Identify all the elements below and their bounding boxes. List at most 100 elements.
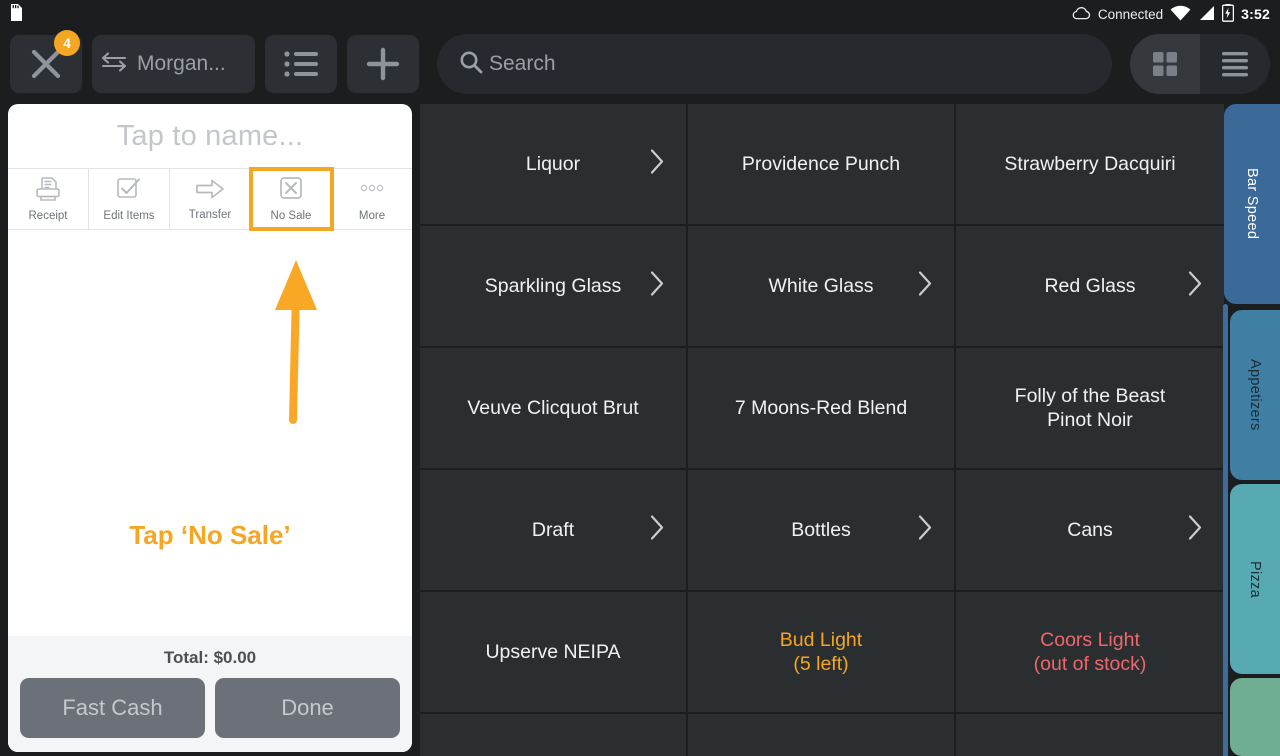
add-check-button[interactable] [347,35,419,93]
menu-item-cell[interactable]: Draft [420,470,688,592]
no-sale-action-label: No Sale [270,210,312,222]
menu-item-cell[interactable]: 7 Moons-Red Blend [688,348,956,470]
menu-item-cell[interactable]: Folly of the Beast Pinot Noir [956,348,1224,470]
check-name-input[interactable]: Tap to name... [8,104,412,168]
category-tab-unlabeled[interactable] [1230,678,1280,756]
wifi-icon [1170,5,1191,24]
chevron-right-icon [650,515,664,546]
category-tab-bar-speed[interactable]: Bar Speed [1224,104,1280,304]
list-icon [284,51,318,77]
chevron-right-icon [918,515,932,546]
grid-view-icon [1153,52,1177,76]
menu-item-label: Folly of the Beast Pinot Noir [1014,384,1166,431]
menu-item-cell[interactable]: Upserve NEIPA [420,592,688,714]
category-scroll-indicator[interactable] [1223,304,1228,756]
menu-item-cell[interactable]: Liquor [420,104,688,226]
search-bar[interactable]: Search [437,34,1112,94]
menu-item-cell[interactable]: Sparkling Glass [420,226,688,348]
search-input[interactable]: Search [489,52,556,76]
category-tab-appetizers[interactable]: Appetizers [1230,310,1280,480]
fast-cash-button[interactable]: Fast Cash [20,678,205,738]
cloud-icon [1071,6,1091,23]
sd-card-icon [8,4,22,24]
done-button[interactable]: Done [215,678,400,738]
menu-item-label: Sparkling Glass [484,274,622,297]
menu-item-cell[interactable]: Veuve Clicquot Brut [420,348,688,470]
current-check-tab-button[interactable]: Morgan... [92,35,255,93]
menu-item-cell[interactable]: White Glass [688,226,956,348]
menu-item-cell[interactable]: Coors Light (out of stock) [956,592,1224,714]
chevron-right-icon [918,271,932,302]
arrow-right-icon [195,177,225,206]
up-arrow-annotation [275,260,317,424]
menu-item-label: Upserve NEIPA [485,640,621,663]
chevron-right-icon [650,271,664,302]
list-view-icon [1222,52,1248,77]
pos-app-screen: Connected 3:52 4 Morgan... Search Tap to… [0,0,1280,756]
menu-item-cell[interactable]: Bud Light (5 left) [688,592,956,714]
menu-item-grid: Liquor Providence Punch Strawberry Dacquir… [420,104,1224,756]
printer-icon [34,176,62,207]
menu-item-cell[interactable]: Providence Punch [688,104,956,226]
status-bar-right: Connected 3:52 [1071,3,1280,25]
more-action-label: More [358,210,386,222]
receipt-action-button[interactable]: Receipt [8,169,89,229]
list-view-button[interactable] [1200,34,1270,94]
edit-items-action-button[interactable]: Edit Items [89,169,170,229]
transfer-action-label: Transfer [188,209,232,221]
menu-item-grid-container[interactable]: Liquor Providence Punch Strawberry Dacquir… [420,104,1224,756]
connection-label: Connected [1097,6,1164,22]
check-total: Total: $0.00 [163,648,257,667]
category-tab-pizza[interactable]: Pizza [1230,484,1280,674]
cell-signal-icon [1198,5,1215,24]
menu-item-label: Providence Punch [741,152,901,175]
menu-item-label: Cans [1067,518,1113,541]
system-clock: 3:52 [1241,6,1270,22]
more-action-button[interactable]: More [332,169,412,229]
menu-item-cell[interactable]: Red Glass [956,226,1224,348]
menu-item-cell[interactable]: Strawberry Dacquiri [956,104,1224,226]
category-tab-rail[interactable]: Bar Speed Appetizers Pizza [1220,104,1280,756]
category-tab-label: Appetizers [1247,359,1263,431]
menu-item-cell[interactable]: Bottles [688,470,956,592]
current-check-label: Morgan... [137,52,226,75]
edit-items-action-label: Edit Items [103,210,155,222]
main-toolbar: 4 Morgan... Search [0,28,1280,100]
no-sale-action-button[interactable]: No Sale [249,167,334,231]
category-tab-label: Bar Speed [1244,168,1260,240]
receipt-action-label: Receipt [28,210,68,222]
tutorial-annotation: Tap ‘No Sale’ [8,230,412,636]
ellipsis-icon [357,176,387,207]
menu-item-label: Coors Light (out of stock) [1033,628,1147,675]
grid-view-button[interactable] [1130,34,1200,94]
menu-item-label: Strawberry Dacquiri [1004,152,1176,175]
check-footer: Total: $0.00 Fast Cash Done [8,636,412,752]
menu-item-cell[interactable]: Cans [956,470,1224,592]
battery-charging-icon [1222,3,1235,25]
plus-icon [366,47,400,81]
menu-item-label: Red Glass [1044,274,1136,297]
close-check-button[interactable]: 4 [10,30,82,93]
open-checks-badge: 4 [54,30,80,56]
transfer-action-button[interactable]: Transfer [170,169,251,229]
menu-item-label: Veuve Clicquot Brut [467,396,639,419]
check-items-area: Tap ‘No Sale’ [8,230,412,636]
menu-item-label: Bottles [791,518,851,541]
check-action-bar: Receipt Edit Items Transfer No Sale More [8,167,412,231]
chevron-right-icon [1188,515,1202,546]
edit-check-icon [115,176,143,207]
tutorial-annotation-text: Tap ‘No Sale’ [129,520,291,550]
menu-item-label: 7 Moons-Red Blend [734,396,908,419]
status-bar-left [0,4,22,24]
menu-item-cell[interactable] [688,714,956,756]
connection-status: Connected [1071,6,1163,23]
menu-item-cell[interactable] [420,714,688,756]
chevron-right-icon [1188,271,1202,302]
open-checks-list-button[interactable] [265,35,337,93]
transfer-swap-icon [100,51,130,78]
menu-item-label: Liquor [525,152,581,175]
payment-buttons-row: Fast Cash Done [20,678,400,738]
menu-item-label: Draft [531,518,575,541]
menu-item-cell[interactable] [956,714,1224,756]
check-panel: Tap to name... Receipt Edit Items Transf… [8,104,412,752]
